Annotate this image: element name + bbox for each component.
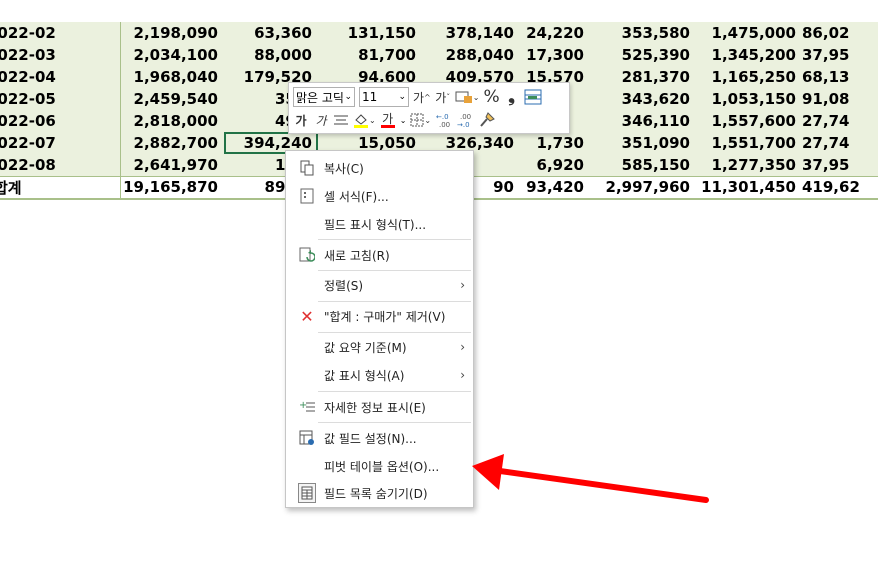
annotation-arrow (472, 454, 709, 503)
